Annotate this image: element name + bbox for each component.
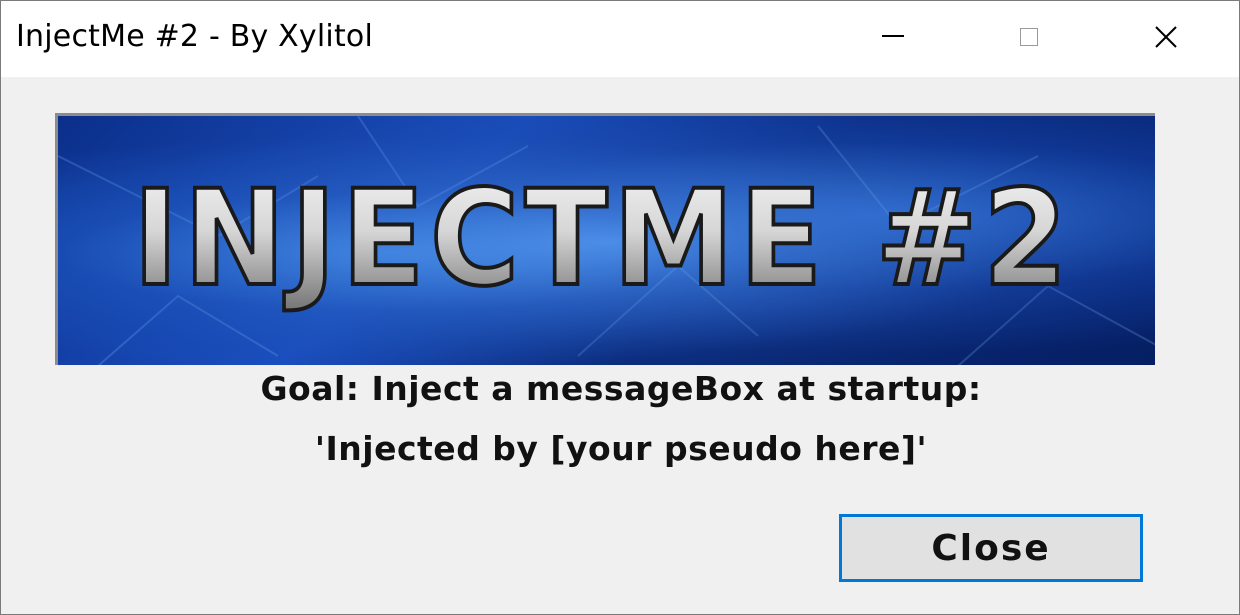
maximize-icon xyxy=(1020,28,1038,46)
dialog-window: InjectMe #2 - By Xylitol INJECTME #2 Goa… xyxy=(0,0,1240,615)
close-icon xyxy=(1155,26,1177,48)
goal-text-line-1: Goal: Inject a messageBox at startup: xyxy=(260,369,982,408)
title-bar[interactable]: InjectMe #2 - By Xylitol xyxy=(1,1,1239,77)
goal-text-line-2: 'Injected by [your pseudo here]' xyxy=(314,429,928,468)
window-title: InjectMe #2 - By Xylitol xyxy=(16,19,374,54)
close-button-label: Close xyxy=(931,527,1051,569)
banner-image: INJECTME #2 xyxy=(55,113,1155,365)
banner-artwork: INJECTME #2 xyxy=(58,116,1155,365)
maximize-button[interactable] xyxy=(983,1,1075,73)
banner-title: INJECTME #2 xyxy=(133,162,1073,316)
minimize-icon xyxy=(882,35,904,37)
minimize-button[interactable] xyxy=(847,1,939,73)
close-window-button[interactable] xyxy=(1120,1,1212,73)
close-button[interactable]: Close xyxy=(839,514,1143,582)
